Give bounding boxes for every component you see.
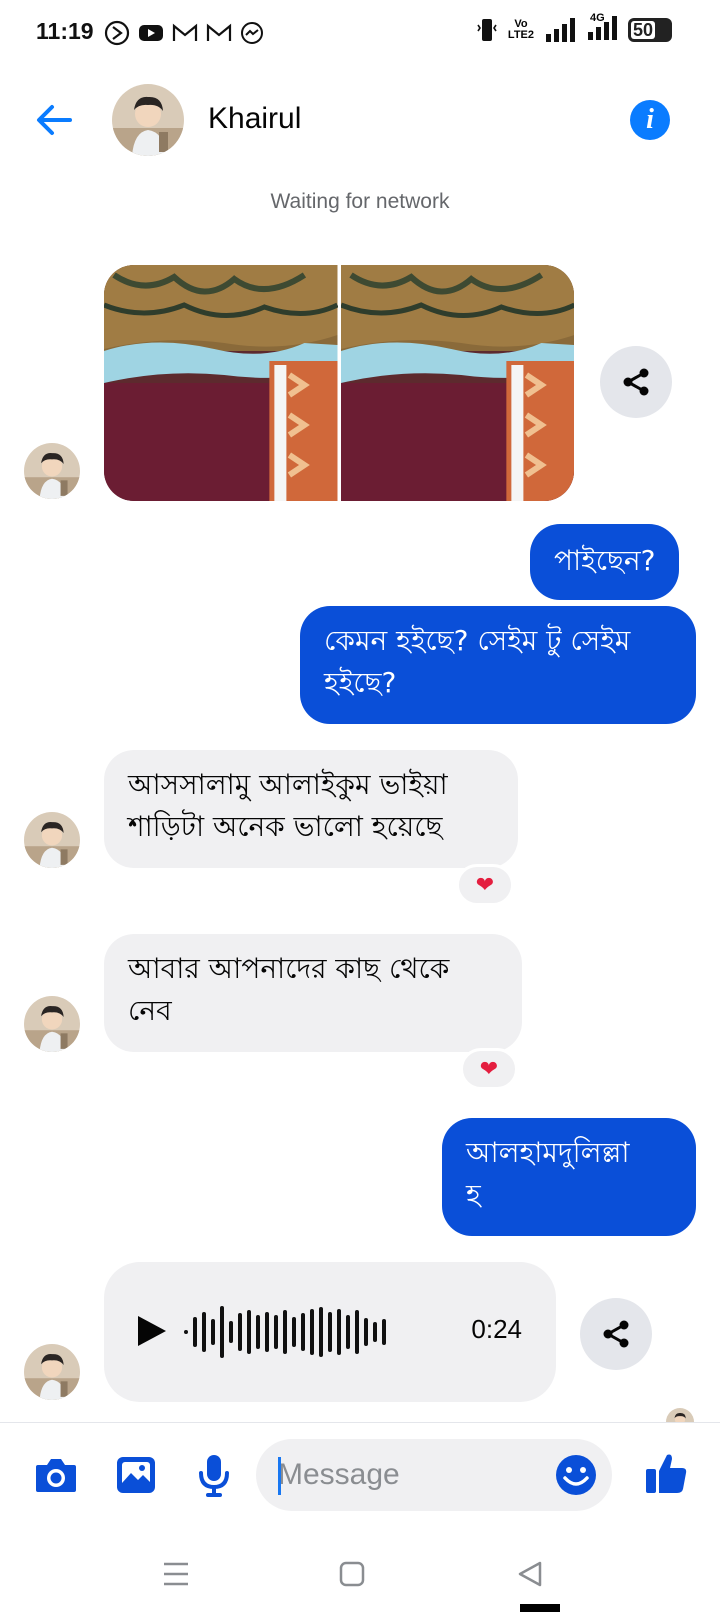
network-status: Waiting for network (270, 190, 450, 213)
system-icons: Vo LTE2 4G 50 (476, 12, 672, 44)
status-bar: 11:19 Vo LTE2 4G 50 (0, 0, 720, 66)
notification-icons (104, 20, 264, 46)
message-text: আবার আপনাদের কাছ থেকে (128, 952, 450, 985)
battery-icon: 50 (628, 18, 672, 42)
message-text: কেমন হইছে? সেইম টু সেইম (324, 624, 631, 657)
message-bubble-outgoing[interactable]: কেমন হইছে? সেইম টু সেইম হইছে? (300, 606, 696, 724)
back-button[interactable] (32, 98, 76, 142)
back-nav-button[interactable] (510, 1554, 550, 1594)
volte-indicator: Vo LTE2 (508, 19, 534, 41)
gallery-icon (117, 1457, 155, 1493)
avatar-image (24, 1344, 80, 1400)
info-icon: i (646, 104, 654, 135)
message-text: শাড়িটা অনেক ভালো হয়েছে (128, 810, 443, 843)
microphone-button[interactable] (190, 1451, 238, 1499)
battery-level: 50 (631, 20, 656, 40)
contact-avatar[interactable] (112, 84, 184, 156)
menu-icon (164, 1562, 188, 1586)
streaming-app-icon (104, 20, 130, 46)
home-button[interactable] (332, 1554, 372, 1594)
home-square-icon (339, 1561, 365, 1587)
saree-image (104, 265, 338, 501)
share-icon (603, 1320, 629, 1348)
heart-reaction[interactable]: ❤ (460, 1048, 518, 1090)
message-text: আসসালামু আলাইকুম ভাইয়া (128, 768, 448, 801)
vibrate-icon (477, 19, 497, 41)
message-text: হইছে? (324, 666, 397, 699)
contact-avatar-small[interactable] (24, 443, 80, 499)
message-text: আলহামদুলিল্লা (466, 1136, 630, 1169)
heart-icon: ❤ (475, 872, 495, 898)
message-composer (0, 1422, 720, 1532)
heart-icon: ❤ (479, 1056, 499, 1082)
avatar-image (24, 996, 80, 1052)
contact-avatar-small[interactable] (24, 812, 80, 868)
messenger-icon (241, 22, 263, 44)
emoji-button[interactable] (554, 1453, 598, 1497)
avatar-image (112, 84, 184, 156)
like-button[interactable] (642, 1449, 690, 1497)
volte-sublabel: LTE2 (507, 29, 534, 41)
saree-photo[interactable] (340, 265, 574, 501)
back-arrow-icon (37, 105, 72, 135)
signal-icon (546, 18, 575, 42)
message-bubble-outgoing[interactable]: আলহামদুলিল্লা হ (442, 1118, 696, 1236)
camera-button[interactable] (32, 1451, 80, 1499)
share-icon (623, 368, 649, 396)
contact-name[interactable]: Khairul (208, 102, 301, 136)
back-triangle-icon (518, 1561, 542, 1587)
signal-4g: 4G (586, 12, 618, 44)
play-button[interactable] (136, 1314, 168, 1352)
info-button[interactable]: i (630, 100, 670, 140)
message-box[interactable] (256, 1439, 612, 1511)
message-bubble-outgoing[interactable]: পাইছেন? (530, 524, 680, 600)
saree-photo[interactable] (104, 265, 338, 501)
recent-apps-button[interactable] (156, 1554, 196, 1594)
voice-message[interactable]: 0:24 (104, 1262, 556, 1402)
network-type: 4G (590, 12, 605, 24)
chat-header: Khairul i (0, 70, 720, 170)
camera-icon (36, 1459, 76, 1492)
photo-attachment[interactable] (104, 265, 574, 501)
gallery-button[interactable] (112, 1451, 160, 1499)
contact-avatar-small[interactable] (24, 996, 80, 1052)
avatar-image (666, 1408, 694, 1422)
text-caret (278, 1457, 281, 1495)
saree-image (340, 265, 574, 501)
voice-duration: 0:24 (471, 1314, 522, 1344)
message-text: হ (466, 1178, 481, 1211)
message-text: নেব (128, 994, 172, 1027)
thumbs-up-icon (646, 1454, 687, 1493)
microphone-icon (199, 1455, 229, 1497)
gmail-icon (172, 23, 198, 41)
share-photo-button[interactable] (600, 346, 672, 418)
seen-avatar (666, 1408, 694, 1422)
avatar-image (24, 443, 80, 499)
gesture-indicator (520, 1604, 560, 1612)
message-bubble-incoming[interactable]: আসসালামু আলাইকুম ভাইয়া শাড়িটা অনেক ভাল… (104, 750, 518, 868)
system-nav-bar (0, 1532, 720, 1612)
avatar-image (24, 812, 80, 868)
emoji-icon (556, 1455, 596, 1495)
share-voice-button[interactable] (580, 1298, 652, 1370)
heart-reaction[interactable]: ❤ (456, 864, 514, 906)
audio-waveform[interactable] (184, 1306, 386, 1358)
message-input[interactable] (278, 1455, 528, 1495)
youtube-icon (139, 25, 163, 41)
status-time: 11:19 (36, 18, 94, 44)
gmail-icon (206, 23, 232, 41)
play-icon (138, 1316, 166, 1346)
message-bubble-incoming[interactable]: আবার আপনাদের কাছ থেকে নেব (104, 934, 522, 1052)
message-text: পাইছেন? (554, 544, 656, 577)
contact-avatar-small[interactable] (24, 1344, 80, 1400)
